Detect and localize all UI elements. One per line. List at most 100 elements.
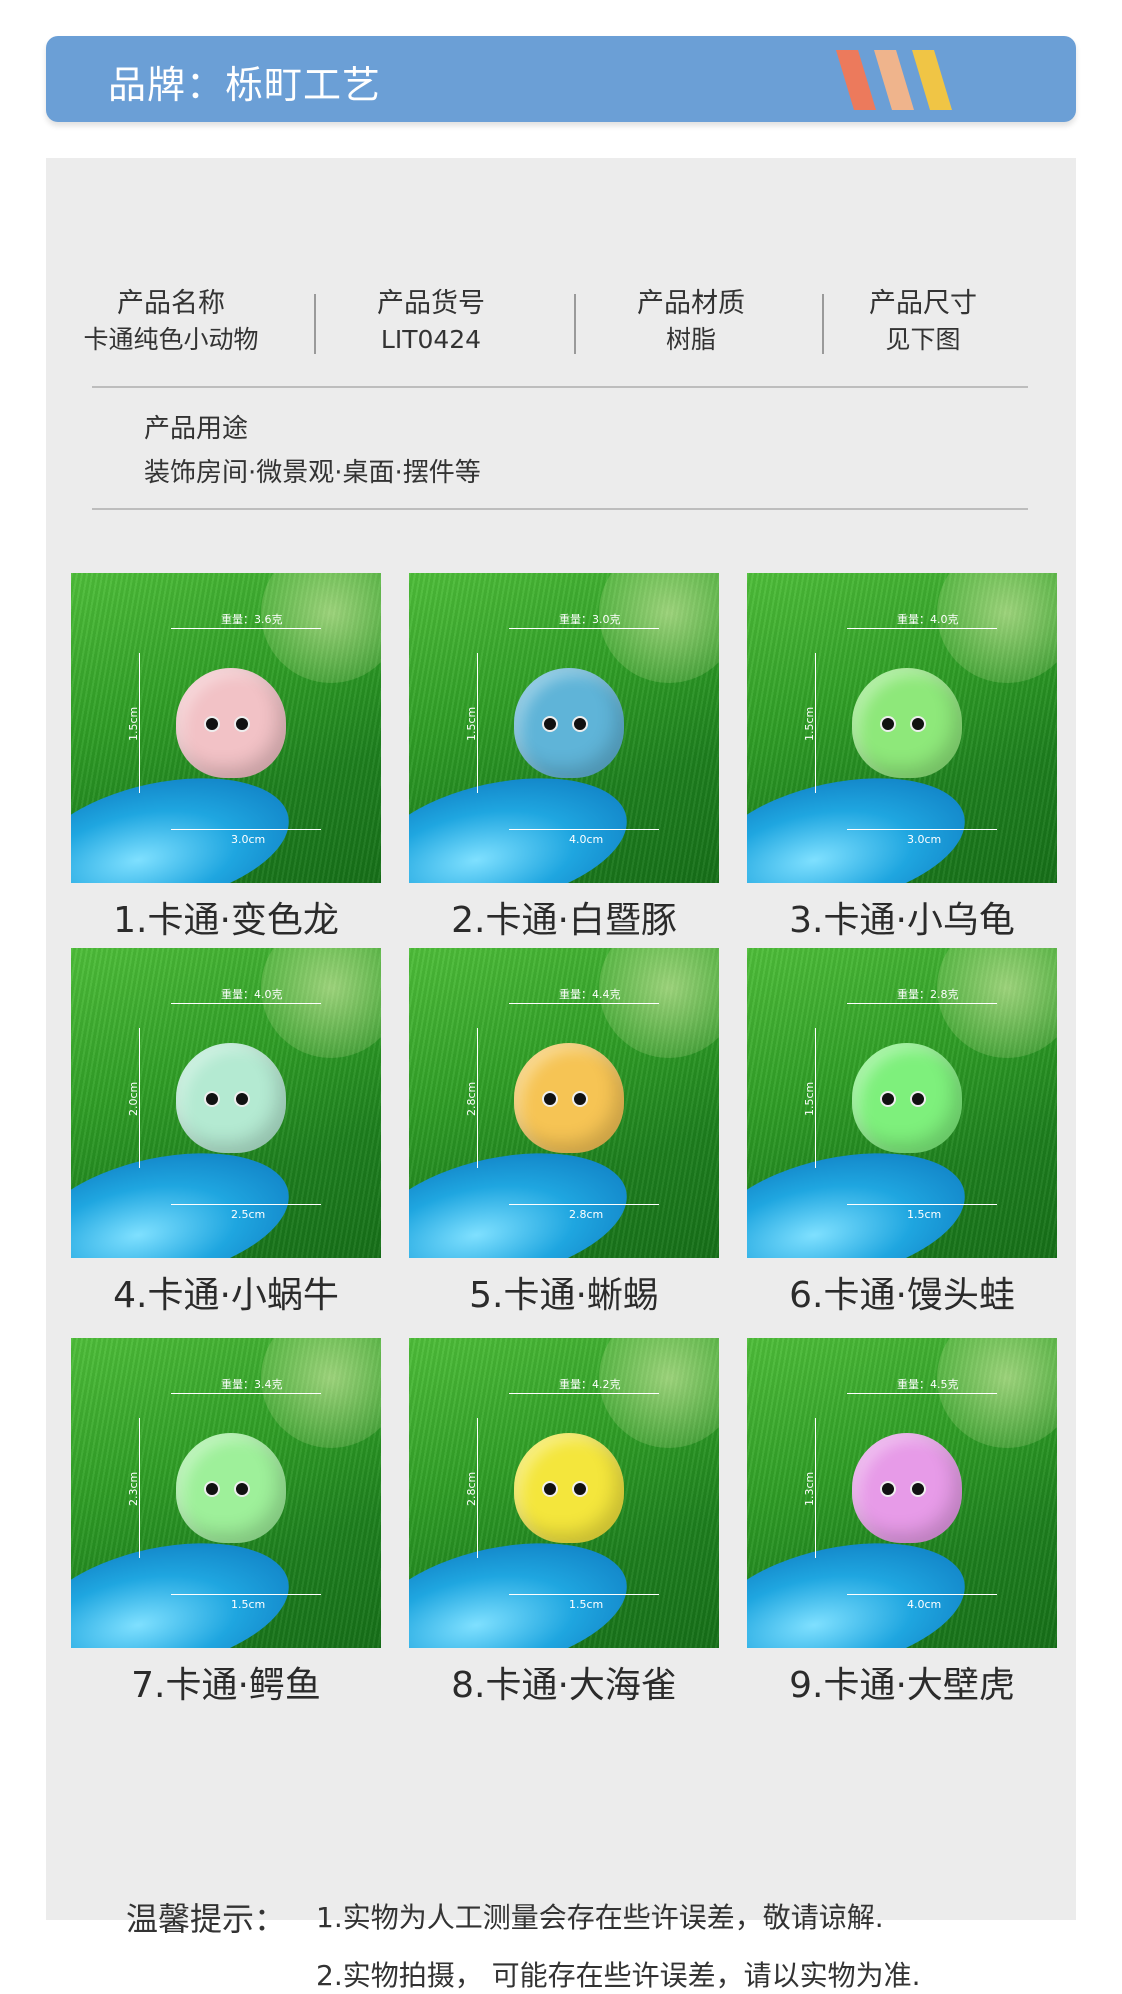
product-name-column: 产品名称 卡通纯色小动物	[56, 286, 286, 358]
eye-icon	[572, 716, 588, 732]
width-label: 2.5cm	[231, 1208, 266, 1221]
eye-icon	[542, 716, 558, 732]
product-info-row: 产品名称 卡通纯色小动物 产品货号 LIT0424 产品材质 树脂 产品尺寸 见…	[46, 286, 1076, 386]
width-measure-line	[847, 1204, 997, 1205]
weight-measure-line	[171, 1003, 321, 1004]
decorative-stripes-icon	[836, 50, 952, 110]
brand-banner: 品牌：栎町工艺	[46, 36, 1076, 122]
product-name-value: 卡通纯色小动物	[83, 325, 259, 354]
width-label: 2.8cm	[569, 1208, 604, 1221]
eye-icon	[234, 716, 250, 732]
eye-icon	[880, 1481, 896, 1497]
weight-label: 重量：4.2克	[559, 1378, 621, 1391]
height-label: 1.5cm	[803, 1081, 816, 1116]
width-label: 3.0cm	[907, 833, 942, 846]
product-photo: 重量：4.0克 2.0cm 2.5cm	[71, 948, 381, 1258]
width-measure-line	[171, 1204, 321, 1205]
width-label: 4.0cm	[907, 1598, 942, 1611]
weight-measure-line	[847, 628, 997, 629]
height-label: 1.5cm	[803, 706, 816, 741]
resin-animal-figure	[176, 1433, 286, 1543]
product-photo: 重量：3.4克 2.3cm 1.5cm	[71, 1338, 381, 1648]
product-caption: 1.卡通·变色龙	[113, 900, 339, 941]
weight-measure-line	[171, 628, 321, 629]
tips-line-1: 1.实物为人工测量会存在些许误差，敬请谅解.	[316, 1901, 884, 1934]
product-material-label: 产品材质	[637, 288, 745, 319]
width-measure-line	[509, 1204, 659, 1205]
product-name-label: 产品名称	[117, 288, 225, 319]
product-photo: 重量：2.8克 1.5cm 1.5cm	[747, 948, 1057, 1258]
width-measure-line	[509, 1594, 659, 1595]
product-size-label: 产品尺寸	[869, 288, 977, 319]
resin-animal-figure	[852, 668, 962, 778]
eye-icon	[910, 1481, 926, 1497]
tips-line-2: 2.实物拍摄， 可能存在些许误差，请以实物为准.	[316, 1959, 921, 1992]
brand-title: 品牌：栎町工艺	[108, 63, 382, 107]
product-material-column: 产品材质 树脂	[576, 286, 806, 358]
weight-measure-line	[171, 1393, 321, 1394]
resin-animal-figure	[514, 1043, 624, 1153]
product-photo: 重量：4.0克 1.5cm 3.0cm	[747, 573, 1057, 883]
product-caption: 4.卡通·小蜗牛	[113, 1275, 339, 1316]
weight-label: 重量：3.0克	[559, 613, 621, 626]
eye-icon	[572, 1091, 588, 1107]
width-measure-line	[171, 1594, 321, 1595]
eye-icon	[910, 716, 926, 732]
width-label: 3.0cm	[231, 833, 266, 846]
tips-label: 温馨提示：	[126, 1900, 287, 1938]
width-label: 1.5cm	[907, 1208, 942, 1221]
weight-measure-line	[509, 1393, 659, 1394]
product-caption: 3.卡通·小乌龟	[789, 900, 1015, 941]
width-label: 4.0cm	[569, 833, 604, 846]
eye-icon	[204, 1481, 220, 1497]
product-photo: 重量：4.2克 2.8cm 1.5cm	[409, 1338, 719, 1648]
product-sku-value: LIT0424	[380, 325, 482, 354]
resin-animal-figure	[852, 1433, 962, 1543]
product-size-value: 见下图	[885, 325, 961, 354]
height-label: 1.5cm	[465, 706, 478, 741]
weight-label: 重量：4.5克	[897, 1378, 959, 1391]
product-caption: 2.卡通·白暨豚	[451, 900, 677, 941]
weight-label: 重量：4.4克	[559, 988, 621, 1001]
content-panel: 产品名称 卡通纯色小动物 产品货号 LIT0424 产品材质 树脂 产品尺寸 见…	[46, 158, 1076, 1992]
resin-animal-figure	[176, 668, 286, 778]
width-measure-line	[509, 829, 659, 830]
width-label: 1.5cm	[569, 1598, 604, 1611]
weight-label: 重量：4.0克	[221, 988, 283, 1001]
eye-icon	[880, 716, 896, 732]
product-material-value: 树脂	[665, 325, 716, 354]
product-usage-label: 产品用途	[144, 414, 249, 444]
product-usage-value: 装饰房间·微景观·桌面·摆件等	[144, 458, 481, 488]
weight-label: 重量：2.8克	[897, 988, 959, 1001]
height-label: 2.3cm	[127, 1471, 140, 1506]
height-label: 1.5cm	[127, 706, 140, 741]
product-photo: 重量：3.0克 1.5cm 4.0cm	[409, 573, 719, 883]
product-caption: 9.卡通·大壁虎	[789, 1665, 1015, 1706]
divider-line	[92, 386, 1028, 388]
weight-label: 重量：4.0克	[897, 613, 959, 626]
divider-line	[92, 508, 1028, 510]
resin-animal-figure	[176, 1043, 286, 1153]
product-sku-column: 产品货号 LIT0424	[316, 286, 546, 358]
product-photo: 重量：4.4克 2.8cm 2.8cm	[409, 948, 719, 1258]
width-measure-line	[847, 1594, 997, 1595]
width-measure-line	[171, 829, 321, 830]
resin-animal-figure	[514, 668, 624, 778]
weight-measure-line	[509, 1003, 659, 1004]
product-size-column: 产品尺寸 见下图	[808, 286, 1038, 358]
eye-icon	[542, 1481, 558, 1497]
product-sku-label: 产品货号	[377, 288, 485, 319]
weight-label: 重量：3.6克	[221, 613, 283, 626]
height-label: 2.8cm	[465, 1081, 478, 1116]
eye-icon	[572, 1481, 588, 1497]
product-caption: 8.卡通·大海雀	[451, 1665, 677, 1706]
eye-icon	[204, 716, 220, 732]
eye-icon	[542, 1091, 558, 1107]
weight-measure-line	[509, 628, 659, 629]
product-caption: 7.卡通·鳄鱼	[131, 1665, 321, 1706]
weight-label: 重量：3.4克	[221, 1378, 283, 1391]
weight-measure-line	[847, 1393, 997, 1394]
product-caption: 5.卡通·蜥蜴	[469, 1275, 659, 1316]
resin-animal-figure	[852, 1043, 962, 1153]
width-measure-line	[847, 829, 997, 830]
